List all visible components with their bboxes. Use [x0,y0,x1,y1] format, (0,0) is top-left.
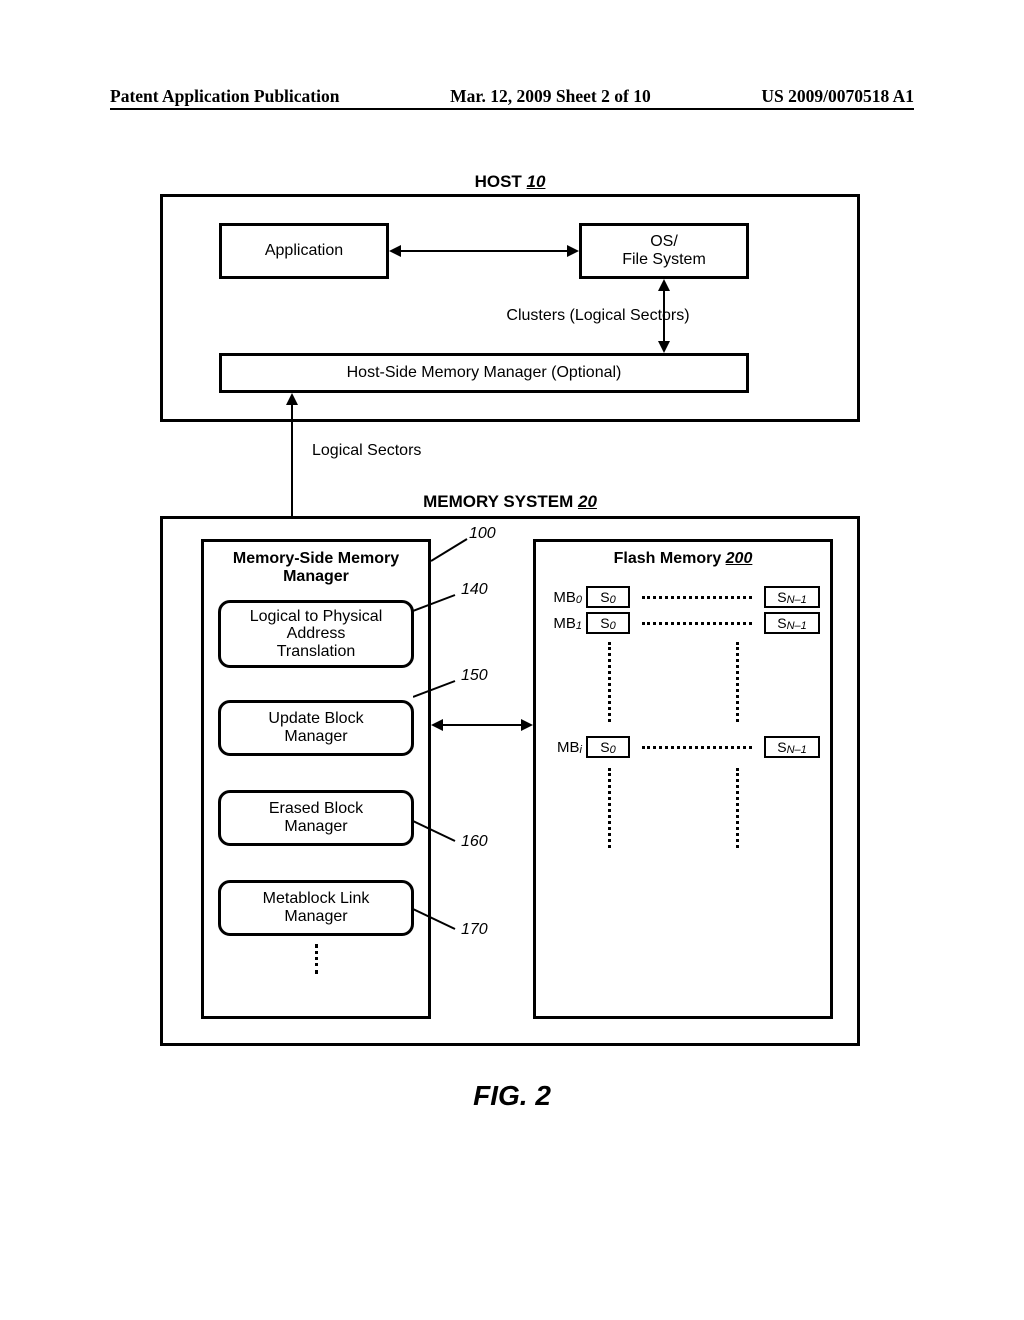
msmm-title: Memory-Side Memory Manager [204,550,428,585]
header-left: Patent Application Publication [110,86,339,107]
arrow-os-hsmm-line [663,291,665,341]
mb0-s0: S0 [586,586,630,608]
host-box: Application OS/ File System Clusters (Lo… [160,194,860,422]
mb1-sn1: SN–1 [764,612,820,634]
mb1-label: MB1 [544,612,582,634]
flash-vdots-1a-icon [608,642,611,722]
erased-block-manager-box: Erased Block Manager [218,790,414,846]
leader-140 [413,593,459,613]
callout-140: 140 [461,581,488,599]
clusters-label: Clusters (Logical Sectors) [443,307,753,325]
flash-title: Flash Memory 200 [536,550,830,568]
os-line1: OS/ [650,233,678,251]
arrow-app-os-line [401,250,567,252]
mbi-label: MBi [544,736,582,758]
arrow-ubm-flash-left-head-icon [431,719,443,731]
os-filesystem-box: OS/ File System [579,223,749,279]
memory-system-box: Memory-Side Memory Manager Logical to Ph… [160,516,860,1046]
figure-caption: FIG. 2 [0,1080,1024,1112]
leader-150 [413,679,459,699]
host-title: HOST 10 [160,172,860,192]
mbi-sn1: SN–1 [764,736,820,758]
header-center: Mar. 12, 2009 Sheet 2 of 10 [450,86,651,107]
update-block-manager-box: Update Block Manager [218,700,414,756]
callout-100: 100 [469,525,496,543]
callout-170: 170 [461,921,488,939]
flash-vdots-2b-icon [736,768,739,848]
logical-sectors-label: Logical Sectors [312,442,421,460]
arrow-app-os-left-head-icon [389,245,401,257]
mb0-row: S0 SN–1 [586,586,820,608]
mbi-s0: S0 [586,736,630,758]
page: Patent Application Publication Mar. 12, … [0,0,1024,1320]
page-header: Patent Application Publication Mar. 12, … [0,86,1024,107]
hsmm-label: Host-Side Memory Manager (Optional) [347,364,622,382]
host-side-memory-manager-box: Host-Side Memory Manager (Optional) [219,353,749,393]
arrow-ubm-flash-right-head-icon [521,719,533,731]
mb0-label: MB0 [544,586,582,608]
arrow-app-os-right-head-icon [567,245,579,257]
arrow-os-hsmm-up-head-icon [658,279,670,291]
application-label: Application [265,242,343,260]
memory-side-memory-manager-box: Memory-Side Memory Manager Logical to Ph… [201,539,431,1019]
mb0-sn1: SN–1 [764,586,820,608]
mb1-row: S0 SN–1 [586,612,820,634]
leader-100 [431,537,471,563]
leader-170 [413,907,459,931]
metablock-link-manager-box: Metablock Link Manager [218,880,414,936]
application-box: Application [219,223,389,279]
flash-vdots-2a-icon [608,768,611,848]
mb1-s0: S0 [586,612,630,634]
arrow-os-hsmm-down-head-icon [658,341,670,353]
flash-vdots-1b-icon [736,642,739,722]
block-diagram: HOST 10 Application OS/ File System Clus… [160,180,860,1046]
mbi-row: S0 SN–1 [586,736,820,758]
os-line2: File System [622,251,706,269]
header-rule [110,108,914,110]
memory-system-title: MEMORY SYSTEM 20 [160,492,860,512]
arrow-hsmm-msmm-up-head-icon [286,393,298,405]
mb1-dots-icon [642,622,752,625]
logical-to-physical-box: Logical to Physical Address Translation [218,600,414,668]
msmm-ellipsis-dots-icon [315,944,318,974]
leader-160 [413,819,459,843]
callout-160: 160 [461,833,488,851]
mbi-dots-icon [642,746,752,749]
arrow-ubm-flash-line [443,724,521,726]
mb0-dots-icon [642,596,752,599]
header-right: US 2009/0070518 A1 [761,86,914,107]
callout-150: 150 [461,667,488,685]
flash-memory-box: Flash Memory 200 MB0 S0 SN–1 MB1 S0 [533,539,833,1019]
